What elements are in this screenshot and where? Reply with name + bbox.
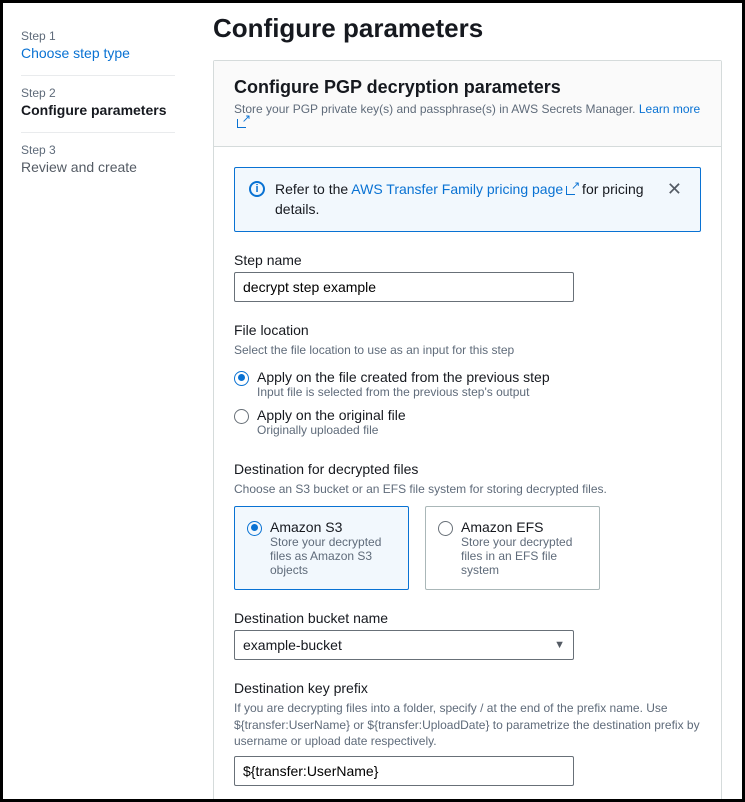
field-key-prefix: Destination key prefix If you are decryp… bbox=[234, 680, 701, 786]
app-frame: Step 1 Choose step type Step 2 Configure… bbox=[0, 0, 745, 802]
config-panel: Configure PGP decryption parameters Stor… bbox=[213, 60, 722, 799]
sidebar-step-2: Step 2 Configure parameters bbox=[21, 76, 175, 133]
step-title: Configure parameters bbox=[21, 102, 175, 118]
page-title: Configure parameters bbox=[213, 13, 722, 44]
pricing-link[interactable]: AWS Transfer Family pricing page bbox=[351, 181, 578, 197]
info-text: Refer to the AWS Transfer Family pricing… bbox=[275, 180, 653, 219]
hint: If you are decrypting files into a folde… bbox=[234, 700, 701, 750]
step-name-input[interactable] bbox=[234, 272, 574, 302]
panel-header: Configure PGP decryption parameters Stor… bbox=[214, 61, 721, 147]
hint: Choose an S3 bucket or an EFS file syste… bbox=[234, 481, 701, 498]
radio-previous-step[interactable]: Apply on the file created from the previ… bbox=[234, 365, 701, 403]
label: Destination for decrypted files bbox=[234, 461, 701, 477]
label: Destination bucket name bbox=[234, 610, 701, 626]
wizard-sidebar: Step 1 Choose step type Step 2 Configure… bbox=[3, 3, 193, 799]
tile-amazon-s3[interactable]: Amazon S3 Store your decrypted files as … bbox=[234, 506, 409, 590]
panel-subtitle: Store your PGP private key(s) and passph… bbox=[234, 102, 701, 130]
field-file-location: File location Select the file location t… bbox=[234, 322, 701, 441]
bucket-select[interactable]: example-bucket ▼ bbox=[234, 630, 574, 660]
step-number: Step 3 bbox=[21, 143, 175, 157]
tile-amazon-efs[interactable]: Amazon EFS Store your decrypted files in… bbox=[425, 506, 600, 590]
radio-input[interactable] bbox=[234, 371, 249, 386]
step-title[interactable]: Choose step type bbox=[21, 45, 175, 61]
step-title: Review and create bbox=[21, 159, 175, 175]
field-destination: Destination for decrypted files Choose a… bbox=[234, 461, 701, 590]
radio-input[interactable] bbox=[247, 521, 262, 536]
tile-row: Amazon S3 Store your decrypted files as … bbox=[234, 506, 701, 590]
field-bucket-name: Destination bucket name example-bucket ▼ bbox=[234, 610, 701, 660]
label: Destination key prefix bbox=[234, 680, 701, 696]
panel-title: Configure PGP decryption parameters bbox=[234, 77, 701, 98]
radio-input[interactable] bbox=[234, 409, 249, 424]
external-link-icon bbox=[237, 116, 249, 128]
main-content: Configure parameters Configure PGP decry… bbox=[193, 3, 742, 799]
field-step-name: Step name bbox=[234, 252, 701, 302]
close-alert-button[interactable]: ✕ bbox=[663, 180, 686, 198]
info-alert: i Refer to the AWS Transfer Family prici… bbox=[234, 167, 701, 232]
hint: Select the file location to use as an in… bbox=[234, 342, 701, 359]
sidebar-step-3: Step 3 Review and create bbox=[21, 133, 175, 189]
step-number: Step 1 bbox=[21, 29, 175, 43]
label: File location bbox=[234, 322, 701, 338]
key-prefix-input[interactable] bbox=[234, 756, 574, 786]
select-value: example-bucket bbox=[243, 637, 342, 653]
label: Step name bbox=[234, 252, 701, 268]
chevron-down-icon: ▼ bbox=[554, 639, 565, 651]
radio-input[interactable] bbox=[438, 521, 453, 536]
external-link-icon bbox=[566, 183, 578, 195]
sidebar-step-1[interactable]: Step 1 Choose step type bbox=[21, 19, 175, 76]
panel-body: i Refer to the AWS Transfer Family prici… bbox=[214, 147, 721, 799]
radio-original-file[interactable]: Apply on the original file Originally up… bbox=[234, 403, 701, 441]
info-icon: i bbox=[249, 181, 265, 197]
step-number: Step 2 bbox=[21, 86, 175, 100]
